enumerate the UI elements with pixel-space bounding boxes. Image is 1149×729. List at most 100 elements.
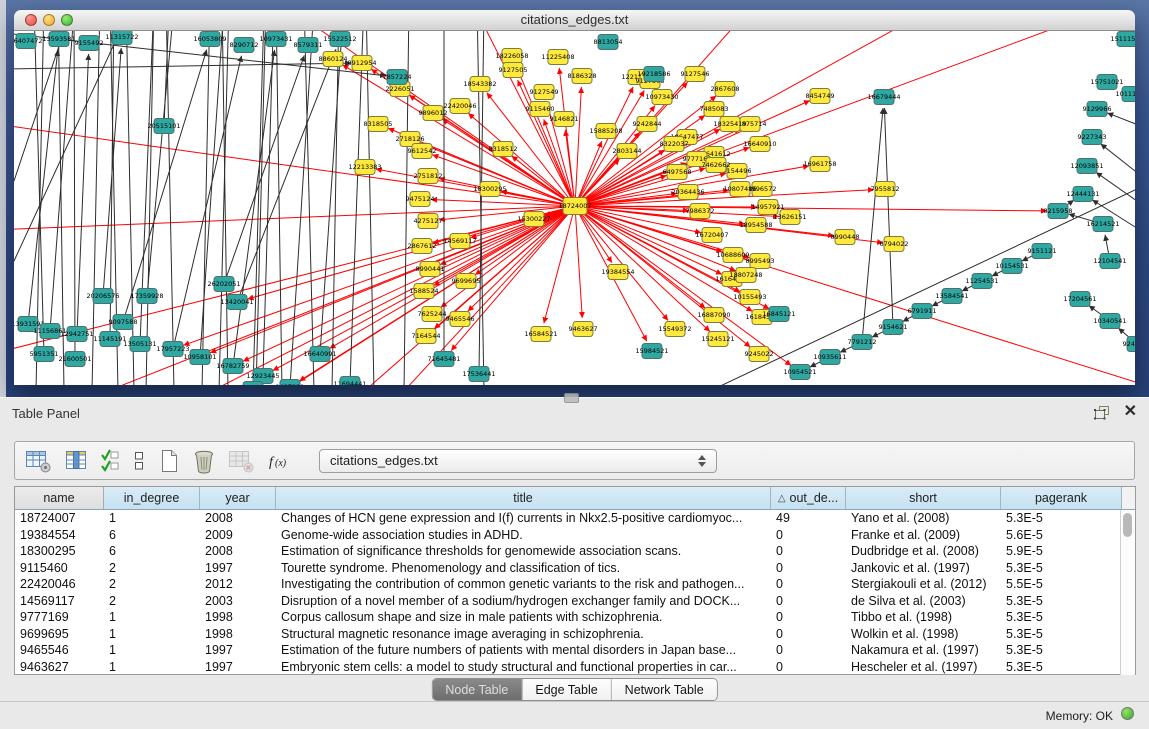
panel-resize-grip[interactable]: [564, 393, 579, 403]
cell-year[interactable]: 2008: [200, 511, 276, 525]
cell-title[interactable]: Estimation of significance thresholds fo…: [276, 544, 771, 558]
network-node[interactable]: 15751021: [1090, 75, 1123, 90]
network-node[interactable]: 5951351: [30, 347, 59, 362]
table-row[interactable]: 911546021997Tourette syndrome. Phenomeno…: [15, 560, 1120, 577]
cell-in_degree[interactable]: 1: [104, 627, 200, 641]
delete-table-icon[interactable]: [192, 446, 216, 476]
network-node[interactable]: 8990441: [416, 262, 445, 277]
network-node[interactable]: 9127549: [530, 85, 559, 100]
cell-title[interactable]: Embryonic stem cells: a model to study s…: [276, 660, 771, 674]
network-node[interactable]: 6794022: [880, 237, 909, 252]
network-node[interactable]: 12093851: [1070, 159, 1103, 174]
network-node[interactable]: 7955812: [871, 182, 900, 197]
table-select-combo[interactable]: citations_edges.txt: [319, 449, 717, 473]
cell-title[interactable]: Changes of HCN gene expression and I(f) …: [276, 511, 771, 525]
float-panel-icon[interactable]: [1094, 405, 1110, 420]
close-panel-icon[interactable]: ✕: [1124, 404, 1137, 420]
network-node[interactable]: 9227343: [1078, 130, 1107, 145]
cell-short[interactable]: Hescheler et al. (1997): [846, 660, 1001, 674]
network-node[interactable]: 13593581: [42, 32, 75, 47]
network-node[interactable]: 10111451: [1115, 87, 1135, 102]
cell-year[interactable]: 2012: [200, 577, 276, 591]
network-node[interactable]: 2803144: [613, 144, 642, 159]
network-node[interactable]: 7462662: [702, 158, 731, 173]
cell-in_degree[interactable]: 1: [104, 643, 200, 657]
network-node[interactable]: 10340541: [1093, 314, 1126, 329]
column-header-name[interactable]: name: [15, 487, 104, 509]
cell-pagerank[interactable]: 5.9E-5: [1001, 544, 1120, 558]
create-table-icon[interactable]: [158, 446, 180, 476]
network-node[interactable]: 16887090: [697, 308, 730, 323]
cell-name[interactable]: 9463627: [15, 660, 104, 674]
network-node[interactable]: 7164544: [412, 329, 441, 344]
cell-out_degree[interactable]: 0: [771, 528, 846, 542]
network-node[interactable]: 9245021: [1123, 337, 1135, 352]
network-node[interactable]: 9127505: [499, 63, 528, 78]
network-node[interactable]: 16961758: [803, 157, 836, 172]
cell-out_degree[interactable]: 0: [771, 561, 846, 575]
cell-in_degree[interactable]: 2: [104, 594, 200, 608]
table-row[interactable]: 1456911722003Disruption of a novel membe…: [15, 593, 1120, 610]
tab-edge-table[interactable]: Edge Table: [522, 679, 611, 700]
cell-pagerank[interactable]: 5.3E-5: [1001, 643, 1120, 657]
network-node[interactable]: 9154621: [879, 320, 908, 335]
cell-short[interactable]: Yano et al. (2008): [846, 511, 1001, 525]
cell-short[interactable]: Franke et al. (2009): [846, 528, 1001, 542]
network-node[interactable]: 15111541: [1110, 32, 1135, 47]
network-node[interactable]: 9699695: [452, 274, 481, 289]
cell-name[interactable]: 22420046: [15, 577, 104, 591]
network-node[interactable]: 12444131: [1066, 187, 1099, 202]
network-node[interactable]: 9242844: [633, 117, 662, 132]
cell-in_degree[interactable]: 1: [104, 610, 200, 624]
cell-in_degree[interactable]: 6: [104, 544, 200, 558]
network-node[interactable]: 6791911: [908, 304, 937, 319]
network-node[interactable]: 16407472: [14, 34, 43, 49]
network-node[interactable]: 8912954: [348, 56, 377, 71]
network-node[interactable]: 2867612: [408, 239, 437, 254]
network-node[interactable]: 9146821: [550, 112, 579, 127]
cell-title[interactable]: Genome-wide association studies in ADHD.: [276, 528, 771, 542]
cell-short[interactable]: Dudbridge et al. (2008): [846, 544, 1001, 558]
cell-pagerank[interactable]: 5.3E-5: [1001, 511, 1120, 525]
cell-title[interactable]: Tourette syndrome. Phenomenology and cla…: [276, 561, 771, 575]
cell-name[interactable]: 9777169: [15, 610, 104, 624]
network-node[interactable]: 10155493: [733, 290, 766, 305]
network-node[interactable]: 20206576: [86, 289, 119, 304]
network-node[interactable]: 8318512: [489, 142, 518, 157]
row-height-icon[interactable]: [132, 446, 146, 476]
select-columns-icon[interactable]: [100, 446, 120, 476]
network-node[interactable]: 2867608: [711, 82, 740, 97]
minimize-window-button[interactable]: [43, 14, 55, 26]
table-row[interactable]: 946554611997Estimation of the future num…: [15, 642, 1120, 659]
network-node[interactable]: 22420046: [443, 99, 476, 114]
column-header-short[interactable]: short: [846, 487, 1001, 509]
network-node[interactable]: 10973430: [645, 90, 678, 105]
network-node[interactable]: 18724007: [558, 198, 591, 215]
table-settings-icon[interactable]: [25, 446, 52, 476]
cell-short[interactable]: Jankovic et al. (1997): [846, 561, 1001, 575]
network-node[interactable]: 9463627: [569, 322, 598, 337]
function-builder-icon[interactable]: f(x): [267, 446, 293, 476]
column-header-title[interactable]: title: [276, 487, 771, 509]
network-node[interactable]: 7625244: [418, 307, 447, 322]
cell-title[interactable]: Corpus callosum shape and size in male p…: [276, 610, 771, 624]
network-node[interactable]: 13420041: [220, 295, 253, 310]
table-row[interactable]: 1830029562008Estimation of significance …: [15, 543, 1120, 560]
network-node[interactable]: 15522512: [323, 32, 356, 47]
cell-pagerank[interactable]: 5.6E-5: [1001, 528, 1120, 542]
zoom-window-button[interactable]: [61, 14, 73, 26]
cell-short[interactable]: Wolkin et al. (1998): [846, 627, 1001, 641]
network-node[interactable]: 8995493: [746, 254, 775, 269]
network-node[interactable]: 7791212: [848, 335, 877, 350]
network-node[interactable]: 19384554: [601, 265, 634, 280]
cell-out_degree[interactable]: 0: [771, 610, 846, 624]
cell-title[interactable]: Investigating the contribution of common…: [276, 577, 771, 591]
network-node[interactable]: 9129966: [1083, 102, 1112, 117]
cell-year[interactable]: 1998: [200, 610, 276, 624]
network-node[interactable]: 8990448: [831, 230, 860, 245]
cell-title[interactable]: Estimation of the future numbers of pati…: [276, 643, 771, 657]
network-node[interactable]: 8318505: [364, 117, 393, 132]
cell-year[interactable]: 2009: [200, 528, 276, 542]
column-header-year[interactable]: year: [200, 487, 276, 509]
network-node[interactable]: 11145191: [93, 332, 126, 347]
